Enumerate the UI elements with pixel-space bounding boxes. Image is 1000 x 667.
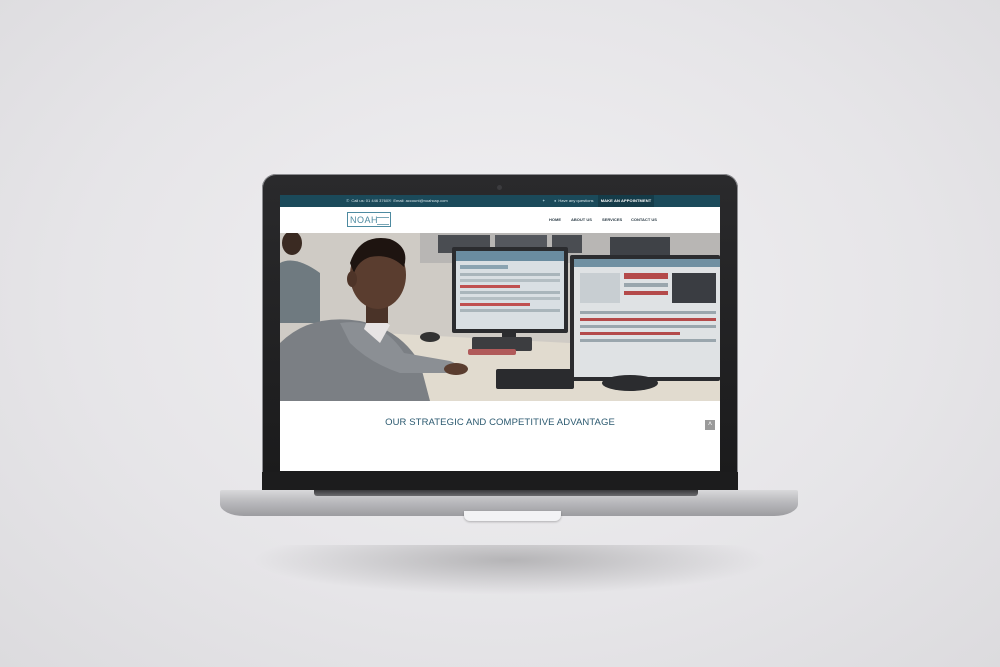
question-circle-icon: ●	[554, 198, 557, 203]
nav-about-us[interactable]: ABOUT US	[571, 217, 592, 222]
twitter-link[interactable]: ✦	[542, 198, 547, 203]
logo-mark	[377, 217, 389, 225]
questions-text: Have any questions	[558, 198, 594, 203]
logo-text: NOAH	[350, 215, 379, 225]
phone-contact[interactable]: ✆ Call us: 01 446 3760	[346, 198, 388, 203]
back-to-top-button[interactable]: ˄	[705, 420, 715, 430]
nav-home[interactable]: HOME	[549, 217, 561, 222]
email-contact[interactable]: ✉ Email: account@noahcap.com	[388, 198, 448, 203]
top-contact-bar: ✆ Call us: 01 446 3760 ✉ Email: account@no…	[280, 195, 720, 207]
hero-image	[280, 233, 720, 401]
twitter-icon: ✦	[542, 198, 546, 203]
phone-text: Call us: 01 446 3760	[351, 198, 389, 203]
webcam	[497, 185, 502, 190]
envelope-icon: ✉	[388, 198, 392, 203]
main-navbar: NOAH HOME ABOUT US SERVICES CONTACT US	[280, 207, 720, 233]
hero-illustration	[280, 233, 720, 401]
laptop-lid-notch	[464, 511, 561, 521]
laptop-bezel-bottom	[262, 472, 738, 492]
chevron-up-icon: ˄	[707, 421, 713, 428]
section-headline: OUR STRATEGIC AND COMPETITIVE ADVANTAGE	[385, 417, 615, 428]
phone-icon: ✆	[346, 198, 350, 203]
site-logo[interactable]: NOAH	[347, 212, 391, 227]
laptop-screen: ✆ Call us: 01 446 3760 ✉ Email: account@no…	[280, 195, 720, 471]
laptop-hinge	[314, 490, 698, 496]
questions-link[interactable]: ● Have any questions	[554, 198, 594, 203]
laptop-shadow	[250, 545, 770, 595]
nav-services[interactable]: SERVICES	[602, 217, 622, 222]
email-text: Email: account@noahcap.com	[393, 198, 448, 203]
nav-contact-us[interactable]: CONTACT US	[631, 217, 657, 222]
make-appointment-button[interactable]: MAKE AN APPOINTMENT	[598, 195, 654, 207]
